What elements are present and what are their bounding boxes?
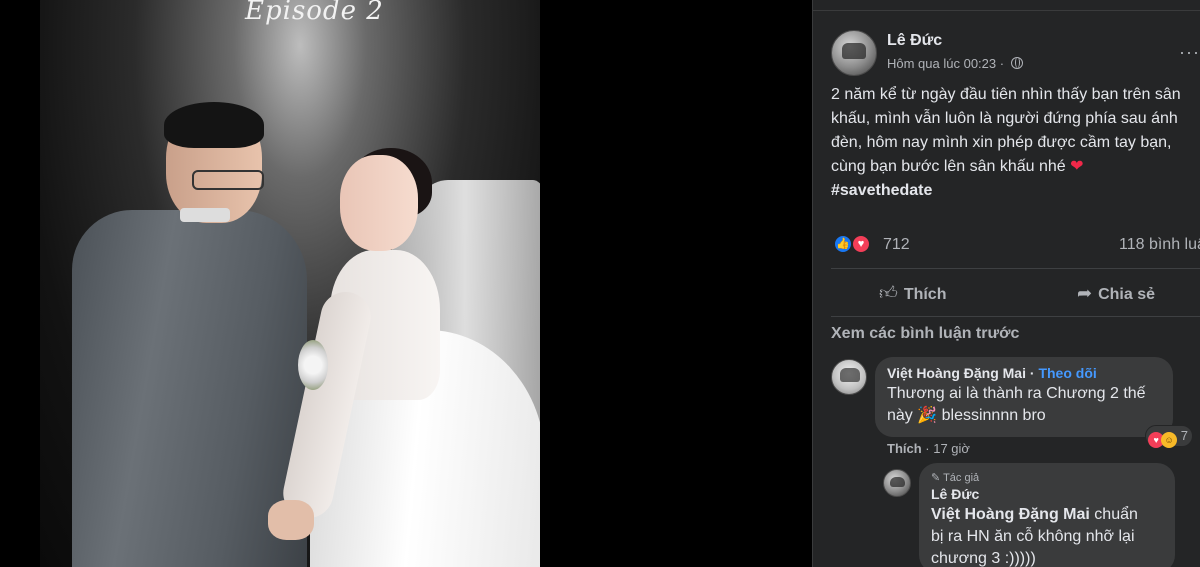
post-text: 2 năm kể từ ngày đầu tiên nhìn thấy bạn … <box>831 83 1200 203</box>
post-text-line: khấu, mình vẫn luôn là người đứng phía s… <box>831 110 1178 127</box>
post-author-name[interactable]: Lê Đức <box>887 32 942 50</box>
reply-text-line: chương 3 :))))) <box>931 550 1036 567</box>
haha-reaction-icon: ☺ <box>1161 432 1178 448</box>
post-text-line-text: cùng bạn bước lên sân khấu nhé <box>831 158 1066 175</box>
comment-reaction-count: 7 <box>1180 428 1188 443</box>
post-timestamp[interactable]: Hôm qua lúc 00:23 · <box>887 56 1004 71</box>
reply-comment: ✎ Tác giả Lê Đức Việt Hoàng Đặng Mai chu… <box>883 463 1200 567</box>
commenter-avatar[interactable] <box>831 359 867 395</box>
mention-link[interactable]: Việt Hoàng Đặng Mai <box>931 506 1090 523</box>
divider <box>831 316 1200 317</box>
reply-author-name[interactable]: Lê Đức <box>931 486 1163 502</box>
photo-groom-collar <box>180 208 230 222</box>
comment-text: Thương ai là thành ra Chương 2 thế này 🎉… <box>887 383 1161 427</box>
post-actions: 👍︎ Thích ➦ Chia sẻ <box>831 272 1200 314</box>
post-text-line: đèn, hôm nay mình xin phép được cầm tay … <box>831 134 1172 151</box>
author-tag-label: Tác giả <box>943 472 980 484</box>
comment-count[interactable]: 118 bình luận <box>1119 236 1200 254</box>
photo-groom-hair <box>164 102 264 148</box>
comment-time[interactable]: · 17 giờ <box>922 441 970 456</box>
post-meta: Hôm qua lúc 00:23 · <box>887 56 1023 71</box>
comment-author-name[interactable]: Việt Hoàng Đặng Mai <box>887 365 1026 381</box>
share-button[interactable]: ➦ Chia sẻ <box>1077 272 1155 314</box>
comment-author-line: Việt Hoàng Đặng Mai · Theo dõi <box>887 365 1161 381</box>
comment-text-line: này 🎉 blessinnnn bro <box>887 407 1046 424</box>
view-previous-comments-link[interactable]: Xem các bình luận trước <box>831 325 1019 343</box>
comment-author-separator: · <box>1025 365 1039 381</box>
reply-text-segment: chuẩn <box>1089 506 1138 523</box>
post-photo[interactable]: Episode 2 <box>40 0 540 567</box>
post-text-line: cùng bạn bước lên sân khấu nhé ❤ <box>831 155 1200 179</box>
share-arrow-icon: ➦ <box>1077 283 1093 303</box>
like-button-label: Thích <box>903 286 947 303</box>
reply-text-line: Việt Hoàng Đặng Mai chuẩn <box>931 504 1163 526</box>
comment-like-button[interactable]: Thích <box>887 441 922 456</box>
photo-caption-overlay: Episode 2 <box>245 0 384 26</box>
pencil-icon: ✎ <box>931 472 941 484</box>
photo-groom-glasses <box>192 170 264 190</box>
follow-button[interactable]: Theo dõi <box>1038 365 1096 381</box>
like-reaction-icon: 👍 <box>833 234 853 254</box>
heart-emoji-icon: ❤ <box>1070 158 1084 175</box>
love-reaction-icon: ♥ <box>851 234 871 254</box>
comment-meta: Thích · 17 giờ <box>887 441 970 456</box>
hashtag-link[interactable]: #savethedate <box>831 179 1200 203</box>
reply-bubble: ✎ Tác giả Lê Đức Việt Hoàng Đặng Mai chu… <box>919 463 1175 567</box>
post-header: Lê Đức Hôm qua lúc 00:23 · <box>831 30 1200 78</box>
author-tag: ✎ Tác giả <box>931 471 1163 484</box>
author-avatar[interactable] <box>831 30 877 76</box>
reply-author-avatar[interactable] <box>883 469 911 497</box>
divider <box>831 268 1200 269</box>
comment-bubble: Việt Hoàng Đặng Mai · Theo dõi Thương ai… <box>875 357 1193 448</box>
photo-bride-head <box>340 155 418 251</box>
thumbs-up-icon: 👍︎ <box>879 283 898 303</box>
comment-text-line: Thương ai là thành ra Chương 2 thế <box>887 385 1146 402</box>
post-text-line: 2 năm kể từ ngày đầu tiên nhìn thấy bạn … <box>831 86 1181 103</box>
reaction-count[interactable]: 712 <box>883 236 910 254</box>
comment: Việt Hoàng Đặng Mai · Theo dõi Thương ai… <box>831 357 1200 457</box>
reactions-summary[interactable]: 👍 ♥ 712 118 bình luận <box>831 233 1200 257</box>
comment-reactions[interactable]: ♥ ☺ 7 <box>1145 425 1193 448</box>
globe-icon[interactable] <box>1010 57 1023 69</box>
share-button-label: Chia sẻ <box>1098 286 1156 303</box>
like-button[interactable]: 👍︎ Thích <box>879 272 946 314</box>
reply-text: Việt Hoàng Đặng Mai chuẩn bị ra HN ăn cỗ… <box>931 504 1163 567</box>
more-options-button[interactable]: ··· <box>1179 42 1200 63</box>
post-sidebar: Lê Đức Hôm qua lúc 00:23 · ··· 2 năm kể … <box>812 0 1200 567</box>
reply-text-line: bị ra HN ăn cỗ không nhỡ lại <box>931 528 1135 545</box>
photo-viewer: Episode 2 <box>0 0 812 567</box>
top-divider <box>813 10 1200 11</box>
photo-hands <box>268 500 314 540</box>
photo-bouquet <box>298 340 328 390</box>
